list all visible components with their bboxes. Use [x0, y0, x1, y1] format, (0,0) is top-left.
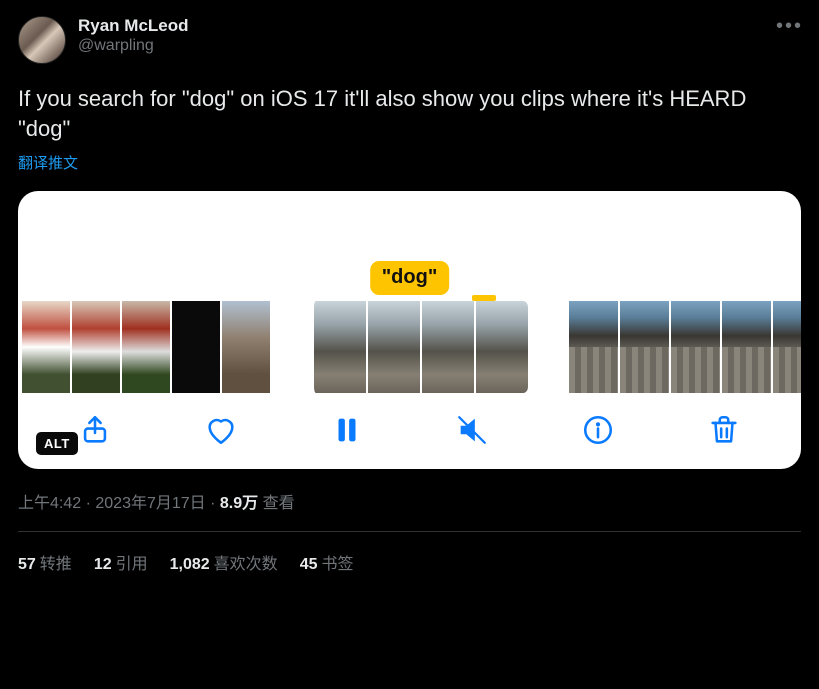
share-icon[interactable]: [78, 413, 112, 447]
avatar[interactable]: [18, 16, 66, 64]
views-count: 8.9万: [220, 495, 258, 512]
author-block[interactable]: Ryan McLeod @warpling: [78, 16, 189, 56]
handle: @warpling: [78, 36, 189, 56]
tweet-stats: 57转推 12引用 1,082喜欢次数 45书签: [18, 532, 801, 574]
clip-frame: [314, 301, 366, 393]
clip-frame: [422, 301, 474, 393]
clip-strip[interactable]: [18, 301, 801, 393]
stat-likes[interactable]: 1,082喜欢次数: [170, 550, 278, 574]
card-top: "dog": [18, 191, 801, 301]
heart-icon[interactable]: [204, 413, 238, 447]
clip-frame: [368, 301, 420, 393]
mute-icon[interactable]: [455, 413, 489, 447]
clip-frame: [172, 301, 220, 393]
clip-frame: [569, 301, 618, 393]
stat-bookmarks[interactable]: 45书签: [300, 550, 354, 574]
clip-frame: [620, 301, 669, 393]
more-icon[interactable]: •••: [770, 10, 809, 42]
media-card[interactable]: "dog": [18, 191, 801, 469]
clip-frame: [222, 301, 270, 393]
info-icon[interactable]: [581, 413, 615, 447]
clip-segment-active[interactable]: [310, 301, 529, 393]
clip-segment[interactable]: [22, 301, 270, 393]
search-token-label: "dog": [370, 261, 450, 295]
tweet-meta: 上午4:42 · 2023年7月17日 · 8.9万 查看: [18, 489, 801, 513]
stat-retweets[interactable]: 57转推: [18, 550, 72, 574]
tweet-header: Ryan McLeod @warpling •••: [18, 16, 801, 64]
translate-link[interactable]: 翻译推文: [18, 152, 78, 173]
display-name: Ryan McLeod: [78, 16, 189, 36]
tweet-container: Ryan McLeod @warpling ••• If you search …: [0, 0, 819, 574]
trash-icon[interactable]: [707, 413, 741, 447]
tweet-date[interactable]: 2023年7月17日: [95, 495, 205, 512]
clip-frame: [671, 301, 720, 393]
stat-quotes[interactable]: 12引用: [94, 550, 148, 574]
clip-frame: [722, 301, 771, 393]
clip-segment[interactable]: [569, 301, 801, 393]
clip-frame: [476, 301, 528, 393]
pause-icon[interactable]: [330, 413, 364, 447]
alt-badge[interactable]: ALT: [36, 432, 78, 455]
clip-frame: [22, 301, 70, 393]
clip-frame: [72, 301, 120, 393]
clip-frame: [122, 301, 170, 393]
media-toolbar: [18, 393, 801, 469]
views-label: 查看: [258, 495, 294, 512]
clip-frame: [773, 301, 801, 393]
tweet-text: If you search for "dog" on iOS 17 it'll …: [18, 84, 801, 144]
tweet-time[interactable]: 上午4:42: [18, 495, 81, 512]
